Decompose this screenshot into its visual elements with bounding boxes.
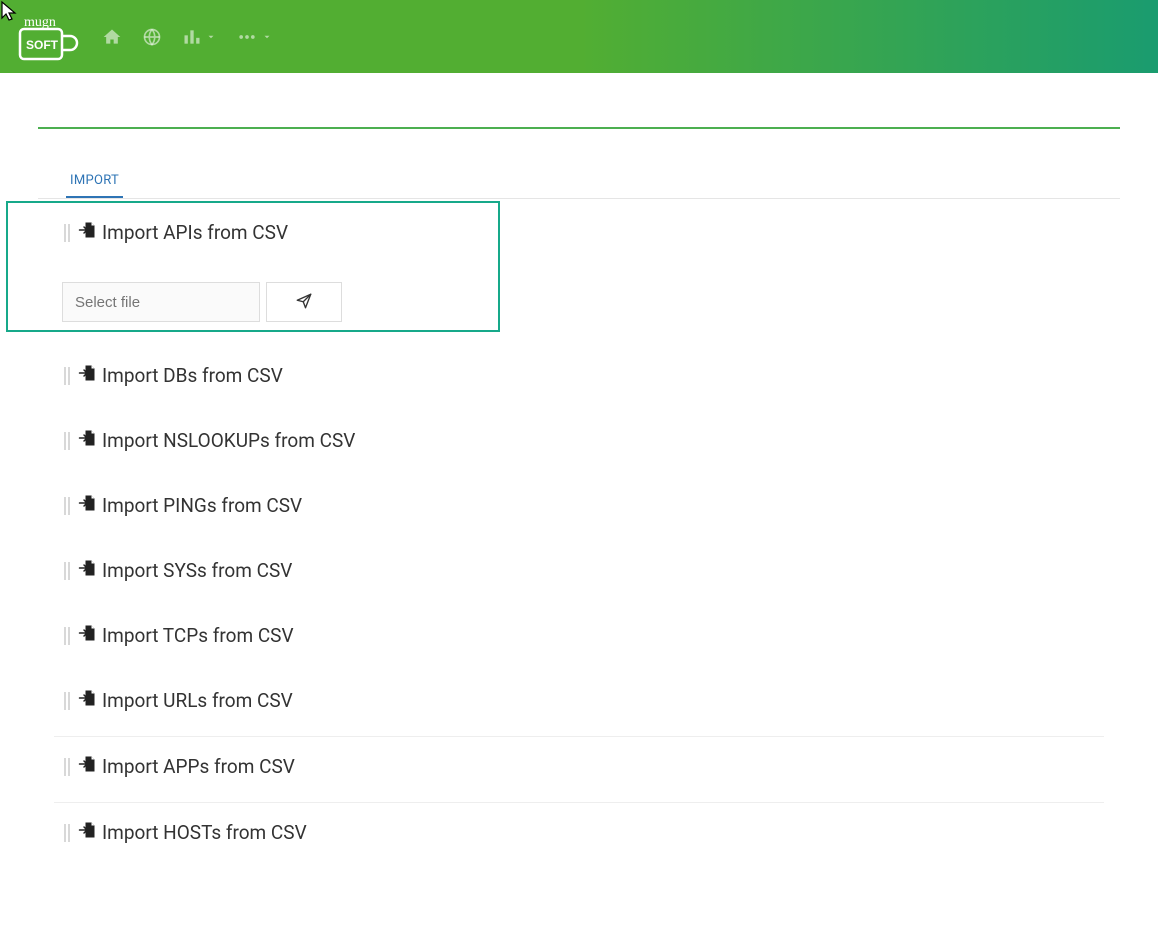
nav-icons — [102, 27, 272, 47]
nav-more[interactable] — [236, 27, 272, 47]
page-content: IMPORT Import APIs from CSV Import DBs fr… — [0, 127, 1158, 868]
file-import-icon — [78, 689, 96, 712]
upload-row — [62, 282, 1104, 322]
panel-title: Import APPs from CSV — [102, 755, 295, 778]
file-import-icon — [78, 429, 96, 452]
nav-charts[interactable] — [182, 27, 216, 47]
file-import-icon — [78, 364, 96, 387]
brand-logo[interactable]: mugn SOFT — [14, 9, 80, 65]
panel-title: Import DBs from CSV — [102, 364, 283, 387]
drag-handle[interactable] — [62, 562, 72, 580]
tabstrip: IMPORT — [38, 167, 1120, 199]
file-import-icon — [78, 221, 96, 244]
import-panel-urls: Import URLs from CSV — [54, 671, 1104, 736]
svg-text:SOFT: SOFT — [26, 38, 59, 52]
topbar: mugn SOFT — [0, 0, 1158, 73]
import-panel-syss: Import SYSs from CSV — [54, 541, 1104, 606]
import-panel-dbs: Import DBs from CSV — [54, 346, 1104, 411]
file-import-icon — [78, 559, 96, 582]
select-file-input[interactable] — [62, 282, 260, 322]
drag-handle[interactable] — [62, 367, 72, 385]
import-panel-nslookups: Import NSLOOKUPs from CSV — [54, 411, 1104, 476]
panel-header-apps[interactable]: Import APPs from CSV — [62, 755, 1104, 778]
send-icon — [295, 292, 313, 313]
panel-header-apis[interactable]: Import APIs from CSV — [62, 221, 1104, 244]
globe-icon — [142, 27, 162, 47]
drag-handle[interactable] — [62, 758, 72, 776]
panel-title: Import URLs from CSV — [102, 689, 293, 712]
panel-header-tcps[interactable]: Import TCPs from CSV — [62, 624, 1104, 647]
svg-text:mugn: mugn — [24, 15, 56, 30]
file-import-icon — [78, 821, 96, 844]
panel-header-syss[interactable]: Import SYSs from CSV — [62, 559, 1104, 582]
drag-handle[interactable] — [62, 627, 72, 645]
drag-handle[interactable] — [62, 432, 72, 450]
panel-header-nslookups[interactable]: Import NSLOOKUPs from CSV — [62, 429, 1104, 452]
import-panel-apis: Import APIs from CSV — [54, 203, 1104, 346]
nav-globe[interactable] — [142, 27, 162, 47]
bar-chart-icon — [182, 27, 202, 47]
drag-handle[interactable] — [62, 824, 72, 842]
panel-title: Import HOSTs from CSV — [102, 821, 307, 844]
drag-handle[interactable] — [62, 692, 72, 710]
upload-submit-button[interactable] — [266, 282, 342, 322]
panel-title: Import APIs from CSV — [102, 221, 288, 244]
chevron-down-icon — [262, 32, 272, 42]
nav-home[interactable] — [102, 27, 122, 47]
panel-header-urls[interactable]: Import URLs from CSV — [62, 689, 1104, 712]
import-panel-tcps: Import TCPs from CSV — [54, 606, 1104, 671]
file-import-icon — [78, 624, 96, 647]
import-panel-pings: Import PINGs from CSV — [54, 476, 1104, 541]
home-icon — [102, 27, 122, 47]
more-icon — [236, 27, 258, 47]
drag-handle[interactable] — [62, 224, 72, 242]
drag-handle[interactable] — [62, 497, 72, 515]
import-panel-apps: Import APPs from CSV — [54, 737, 1104, 802]
panel-title: Import NSLOOKUPs from CSV — [102, 429, 355, 452]
import-panel-hosts: Import HOSTs from CSV — [54, 803, 1104, 868]
panel-header-pings[interactable]: Import PINGs from CSV — [62, 494, 1104, 517]
panel-header-dbs[interactable]: Import DBs from CSV — [62, 364, 1104, 387]
file-import-icon — [78, 494, 96, 517]
import-panels: Import APIs from CSV Import DBs from CSV I… — [38, 199, 1120, 868]
panel-title: Import SYSs from CSV — [102, 559, 292, 582]
tab-import[interactable]: IMPORT — [66, 167, 123, 198]
panel-header-hosts[interactable]: Import HOSTs from CSV — [62, 821, 1104, 844]
divider-rule — [38, 127, 1120, 129]
chevron-down-icon — [206, 32, 216, 42]
file-import-icon — [78, 755, 96, 778]
panel-title: Import PINGs from CSV — [102, 494, 302, 517]
panel-title: Import TCPs from CSV — [102, 624, 294, 647]
